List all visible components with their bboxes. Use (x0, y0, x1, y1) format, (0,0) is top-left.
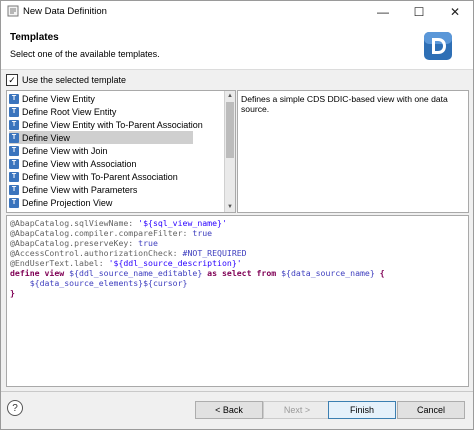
list-item[interactable]: T Define View with Parameters (9, 183, 223, 196)
template-icon: T (9, 184, 19, 195)
list-item-label: Define View with Parameters (22, 184, 138, 195)
list-item[interactable]: T Define View Entity (9, 92, 223, 105)
code-line: @EndUserText.label: '${ddl_source_descri… (10, 258, 242, 268)
list-item-label: Define View Entity with To-Parent Associ… (22, 119, 203, 130)
template-icon: T (9, 197, 19, 208)
template-preview: @AbapCatalog.sqlViewName: '${sql_view_na… (6, 215, 469, 387)
list-item-label: Define Projection View (22, 197, 113, 208)
scroll-thumb[interactable] (226, 102, 234, 158)
list-item[interactable]: T Define Root View Entity (9, 105, 223, 118)
close-icon: ✕ (449, 5, 461, 19)
template-icon: T (9, 93, 19, 104)
data-definition-logo-icon (424, 32, 452, 60)
template-icon: T (9, 171, 19, 182)
template-icon: T (9, 106, 19, 117)
code-line: @AccessControl.authorizationCheck: #NOT_… (10, 248, 247, 258)
use-template-checkbox[interactable]: ✓ (6, 74, 18, 86)
template-list[interactable]: T Define View Entity T Define Root View … (6, 90, 236, 213)
close-button[interactable]: ✕ (437, 1, 473, 23)
list-item-label: Define View Entity (22, 93, 95, 104)
template-description-panel: Defines a simple CDS DDIC-based view wit… (237, 90, 469, 213)
code-line: define view ${ddl_source_name_editable} … (10, 268, 385, 278)
template-description: Defines a simple CDS DDIC-based view wit… (241, 94, 448, 114)
wizard-header: Templates Select one of the available te… (1, 23, 473, 70)
list-item-label: Define Root View Entity (22, 106, 117, 117)
use-template-label: Use the selected template (22, 75, 127, 85)
template-icon: T (9, 158, 19, 169)
finish-button[interactable]: Finish (328, 401, 396, 419)
wizard-body: ✓ Use the selected template T Define Vie… (1, 70, 473, 429)
list-item[interactable]: T Define View Entity with To-Parent Asso… (9, 118, 223, 131)
maximize-button[interactable]: ☐ (401, 1, 437, 23)
page-title: Templates (10, 32, 59, 43)
list-item-label: Define View with To-Parent Association (22, 171, 178, 182)
list-item-label: Define View with Join (22, 145, 108, 156)
app-icon (7, 5, 19, 17)
code-line: ${data_source_elements}${cursor} (10, 278, 188, 288)
list-scrollbar[interactable]: ▲ ▼ (224, 91, 235, 212)
cancel-button[interactable]: Cancel (397, 401, 465, 419)
template-icon: T (9, 145, 19, 156)
page-subtitle: Select one of the available templates. (10, 49, 160, 59)
use-template-checkbox-row[interactable]: ✓ Use the selected template (6, 74, 126, 86)
minimize-button[interactable]: — (365, 1, 401, 23)
template-icon: T (9, 119, 19, 130)
next-button[interactable]: Next > (263, 401, 331, 419)
window-title: New Data Definition (23, 6, 107, 17)
template-icon: T (9, 132, 19, 143)
code-line: @AbapCatalog.compiler.compareFilter: tru… (10, 228, 213, 238)
code-line: @AbapCatalog.preserveKey: true (10, 238, 158, 248)
scroll-down-icon[interactable]: ▼ (225, 202, 235, 212)
scroll-up-icon[interactable]: ▲ (225, 91, 235, 101)
list-item[interactable]: T Define View with To-Parent Association (9, 170, 223, 183)
list-item-label: Define View (22, 132, 70, 143)
list-item[interactable]: T Define View with Join (9, 144, 223, 157)
title-bar: New Data Definition — ☐ ✕ (1, 1, 473, 23)
list-item[interactable]: T Define View with Association (9, 157, 223, 170)
list-item-label: Define View with Association (22, 158, 137, 169)
dialog-window: New Data Definition — ☐ ✕ Templates Sele… (0, 0, 474, 430)
back-button[interactable]: < Back (195, 401, 263, 419)
minimize-icon: — (377, 5, 389, 19)
list-item[interactable]: T Define Projection View (9, 196, 223, 209)
list-item-selected[interactable]: T Define View (9, 131, 193, 144)
maximize-icon: ☐ (413, 5, 425, 19)
help-icon[interactable]: ? (7, 400, 23, 416)
code-line: @AbapCatalog.sqlViewName: '${sql_view_na… (10, 218, 227, 228)
code-line: } (10, 288, 15, 298)
footer-divider (1, 391, 473, 392)
